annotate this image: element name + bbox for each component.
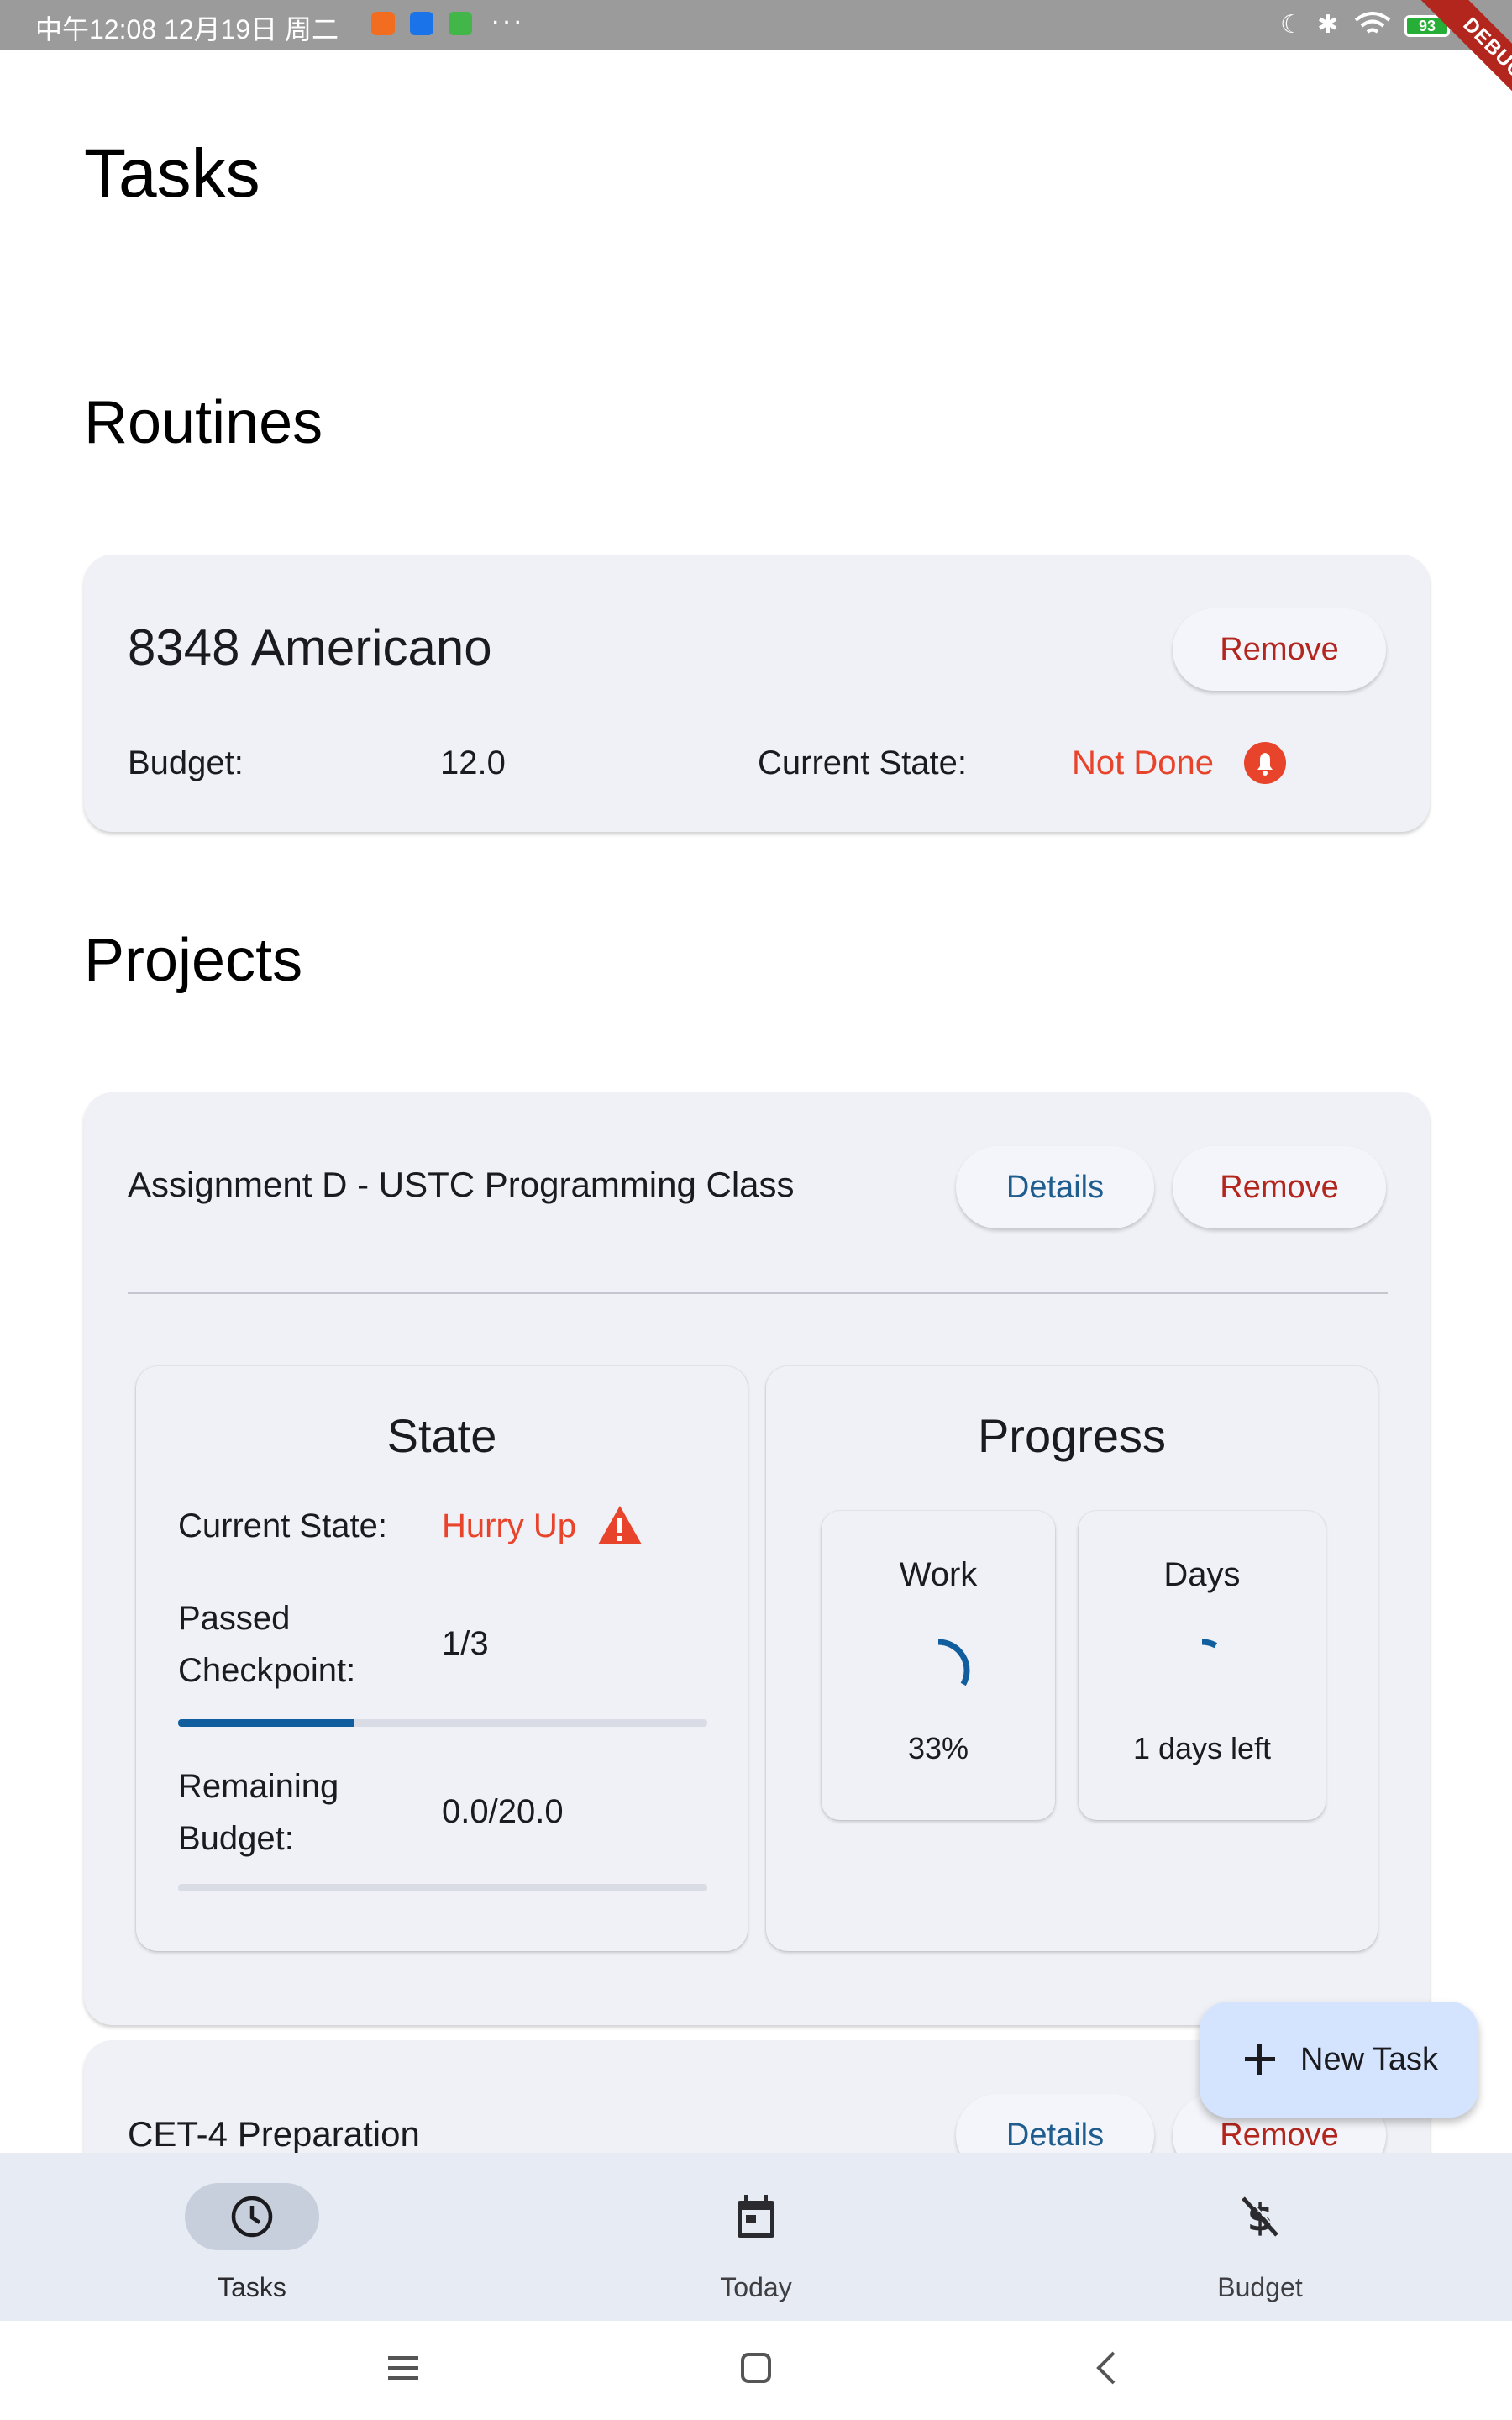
page-title: Tasks: [84, 135, 260, 212]
routine-state-label: Current State:: [758, 744, 968, 781]
routine-card: 8348 Americano Remove Budget: 12.0 Curre…: [84, 555, 1430, 832]
nav-label-tasks: Tasks: [218, 2272, 286, 2302]
work-percent: 33%: [907, 1731, 969, 1765]
progress-panel-title: Progress: [977, 1409, 1167, 1462]
routine-budget-value: 12.0: [440, 744, 506, 781]
nav-item-today[interactable]: Today: [630, 2153, 882, 2321]
current-state-value: Hurry Up: [442, 1507, 577, 1544]
nav-item-budget[interactable]: $ Budget: [1134, 2153, 1386, 2321]
wifi-icon: [1354, 12, 1391, 34]
do-not-disturb-icon: ☾: [1280, 11, 1303, 39]
checkpoint-label-line1: Passed: [178, 1600, 291, 1637]
status-bar: 中午12:08 12月19日 周二 ··· ☾ ✱ 93: [0, 0, 1512, 50]
projects-heading: Projects: [84, 927, 303, 994]
new-task-button[interactable]: New Task: [1200, 2002, 1478, 2118]
more-notifications-icon: ···: [491, 5, 524, 37]
nav-label-today: Today: [720, 2272, 792, 2302]
plus-icon: [1245, 2044, 1275, 2075]
notification-alert-icon: [1244, 742, 1286, 784]
checkpoint-progress-bar: [178, 1719, 707, 1727]
project-name: Assignment D - USTC Programming Class: [128, 1165, 795, 1204]
remaining-budget-value: 0.0/20.0: [442, 1793, 564, 1830]
status-time: 中午12:08 12月19日 周二: [35, 14, 339, 45]
project-card: Assignment D - USTC Programming Class De…: [84, 1092, 1430, 2025]
checkpoint-value: 1/3: [442, 1625, 489, 1662]
routines-heading: Routines: [84, 389, 323, 456]
new-task-label: New Task: [1300, 2041, 1439, 2077]
system-navigation-bar: [0, 2321, 1512, 2420]
calendar-icon: [738, 2195, 774, 2238]
budget-label-line1: Remaining: [178, 1768, 339, 1805]
work-progress-card: Work 33%: [822, 1511, 1055, 1820]
checkpoint-label-line2: Checkpoint:: [178, 1652, 356, 1689]
android-notification-icon: [449, 12, 472, 35]
bluetooth-icon: ✱: [1317, 11, 1339, 39]
routine-name: 8348 Americano: [128, 619, 492, 676]
recent-apps-icon[interactable]: [386, 2353, 420, 2383]
budget-label-line2: Budget:: [178, 1820, 294, 1857]
warning-icon: [598, 1506, 642, 1544]
days-progress-card: Days 1 days left: [1079, 1511, 1326, 1820]
days-title: Days: [1163, 1556, 1241, 1593]
project-name: CET-4 Preparation: [128, 2114, 420, 2154]
routine-budget-label: Budget:: [128, 744, 244, 781]
app-notification-icon: [371, 12, 395, 35]
budget-progress-bar: [178, 1884, 707, 1891]
divider: [128, 1292, 1388, 1294]
outlook-notification-icon: [410, 12, 433, 35]
nav-item-tasks[interactable]: Tasks: [126, 2153, 378, 2321]
work-title: Work: [899, 1556, 978, 1593]
days-progress-ring: [1201, 1639, 1218, 1649]
checkpoint-progress-fill: [178, 1719, 354, 1727]
current-state-label: Current State:: [178, 1507, 388, 1544]
back-icon[interactable]: [1094, 2349, 1119, 2386]
days-left-value: 1 days left: [1132, 1731, 1272, 1765]
project-remove-button[interactable]: Remove: [1173, 1146, 1386, 1228]
nav-label-budget: Budget: [1217, 2272, 1303, 2302]
work-progress-ring: [937, 1639, 970, 1686]
money-off-icon: $: [1242, 2195, 1280, 2239]
state-panel: State Current State: Hurry Up Passed Che…: [136, 1366, 748, 1951]
project-details-button[interactable]: Details: [956, 1146, 1154, 1228]
progress-panel: Progress Work 33% Days 1 days left: [766, 1366, 1378, 1951]
home-icon[interactable]: [739, 2351, 773, 2385]
routine-state-value: Not Done: [1072, 744, 1214, 781]
state-panel-title: State: [386, 1409, 497, 1462]
routine-remove-button[interactable]: Remove: [1173, 608, 1386, 691]
bottom-navigation: Tasks Today $ Budget: [0, 2153, 1512, 2321]
clock-icon: [231, 2196, 273, 2238]
